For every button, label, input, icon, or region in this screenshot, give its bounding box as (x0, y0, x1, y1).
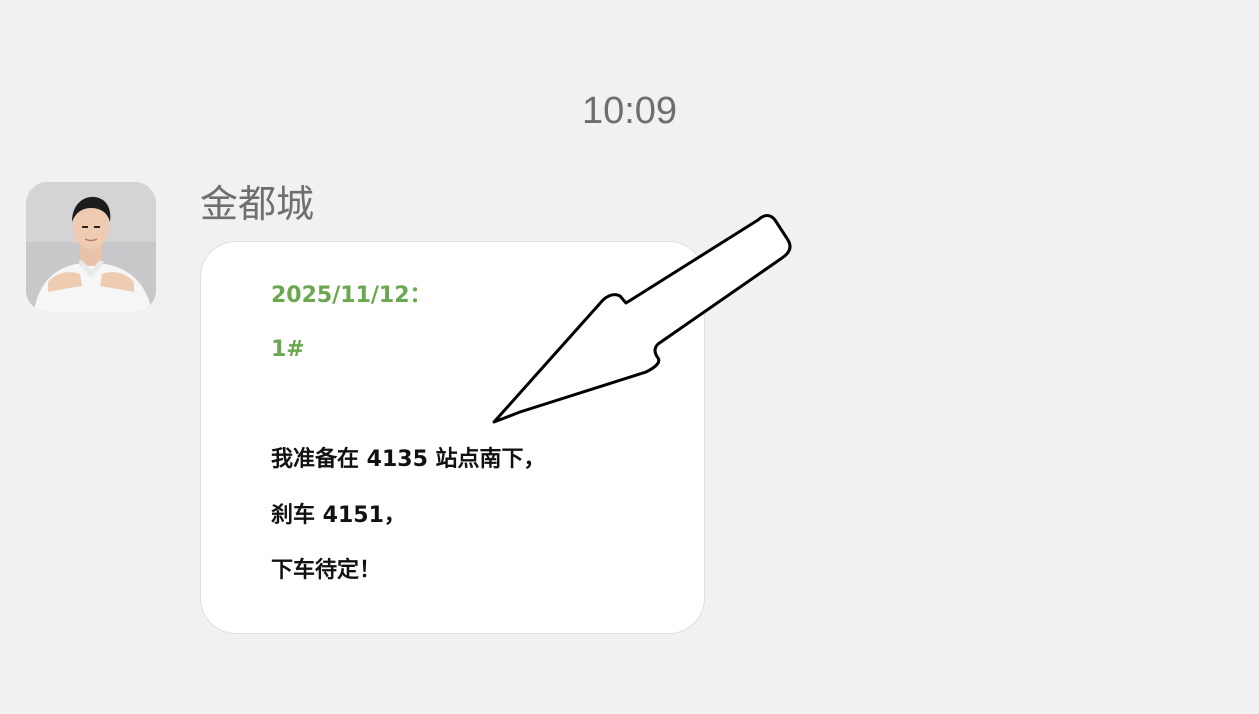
message-bubble[interactable]: 2025/11/12： 1# 我准备在 4135 站点南下， 刹车 4151， … (200, 241, 705, 634)
card-line-2: 刹车 4151， (271, 503, 406, 528)
sender-name: 金都城 (200, 182, 315, 226)
chat-timestamp: 10:09 (581, 90, 678, 132)
card-line-3: 下车待定！ (271, 558, 382, 583)
avatar[interactable] (26, 182, 156, 312)
person-photo-avatar-icon (26, 182, 156, 312)
card-date: 2025/11/12： (271, 283, 432, 308)
card-line-1: 我准备在 4135 站点南下， (271, 447, 546, 472)
card-number: 1# (271, 337, 305, 362)
